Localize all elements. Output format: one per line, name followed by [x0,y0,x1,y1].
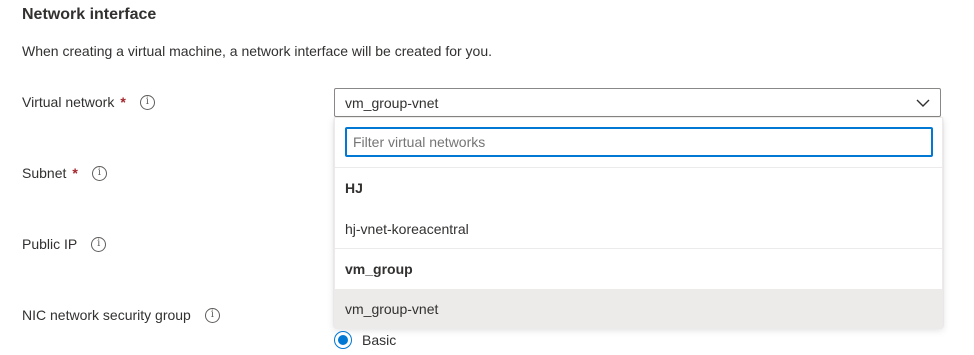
group-header-hj: HJ [345,180,363,196]
virtual-network-dropdown: HJ hj-vnet-koreacentral vm_group vm_grou… [334,117,943,329]
section-description: When creating a virtual machine, a netwo… [22,43,493,59]
divider [335,248,942,249]
option-vm-group-vnet[interactable]: vm_group-vnet [335,289,942,329]
info-icon[interactable]: i [139,94,155,110]
radio-label: Basic [362,332,397,348]
virtual-network-select-value: vm_group-vnet [345,94,439,111]
public-ip-label: Public IP i [22,234,107,254]
nic-nsg-label: NIC network security group i [22,305,220,325]
nic-nsg-label-text: NIC network security group [22,307,191,323]
required-marker: * [72,165,78,181]
info-icon[interactable]: i [91,236,107,252]
subnet-label-text: Subnet [22,165,67,181]
public-ip-label-text: Public IP [22,236,78,252]
chevron-down-icon[interactable] [916,96,930,110]
divider [335,167,942,168]
virtual-network-select[interactable]: vm_group-vnet [334,88,941,117]
info-icon[interactable]: i [91,165,107,181]
radio-selected-dot [338,335,348,345]
required-marker: * [120,94,126,110]
subnet-label: Subnet * i [22,163,107,183]
virtual-network-label-text: Virtual network [22,94,115,110]
filter-virtual-networks-input[interactable] [345,127,933,157]
option-hj-vnet-koreacentral[interactable]: hj-vnet-koreacentral [335,209,942,249]
info-icon[interactable]: i [204,307,220,323]
radio-button[interactable] [334,331,352,349]
section-title: Network interface [22,6,157,23]
group-header-vm-group: vm_group [345,261,413,277]
virtual-network-label: Virtual network * i [22,92,155,112]
nsg-radio-basic[interactable]: Basic [334,331,396,349]
